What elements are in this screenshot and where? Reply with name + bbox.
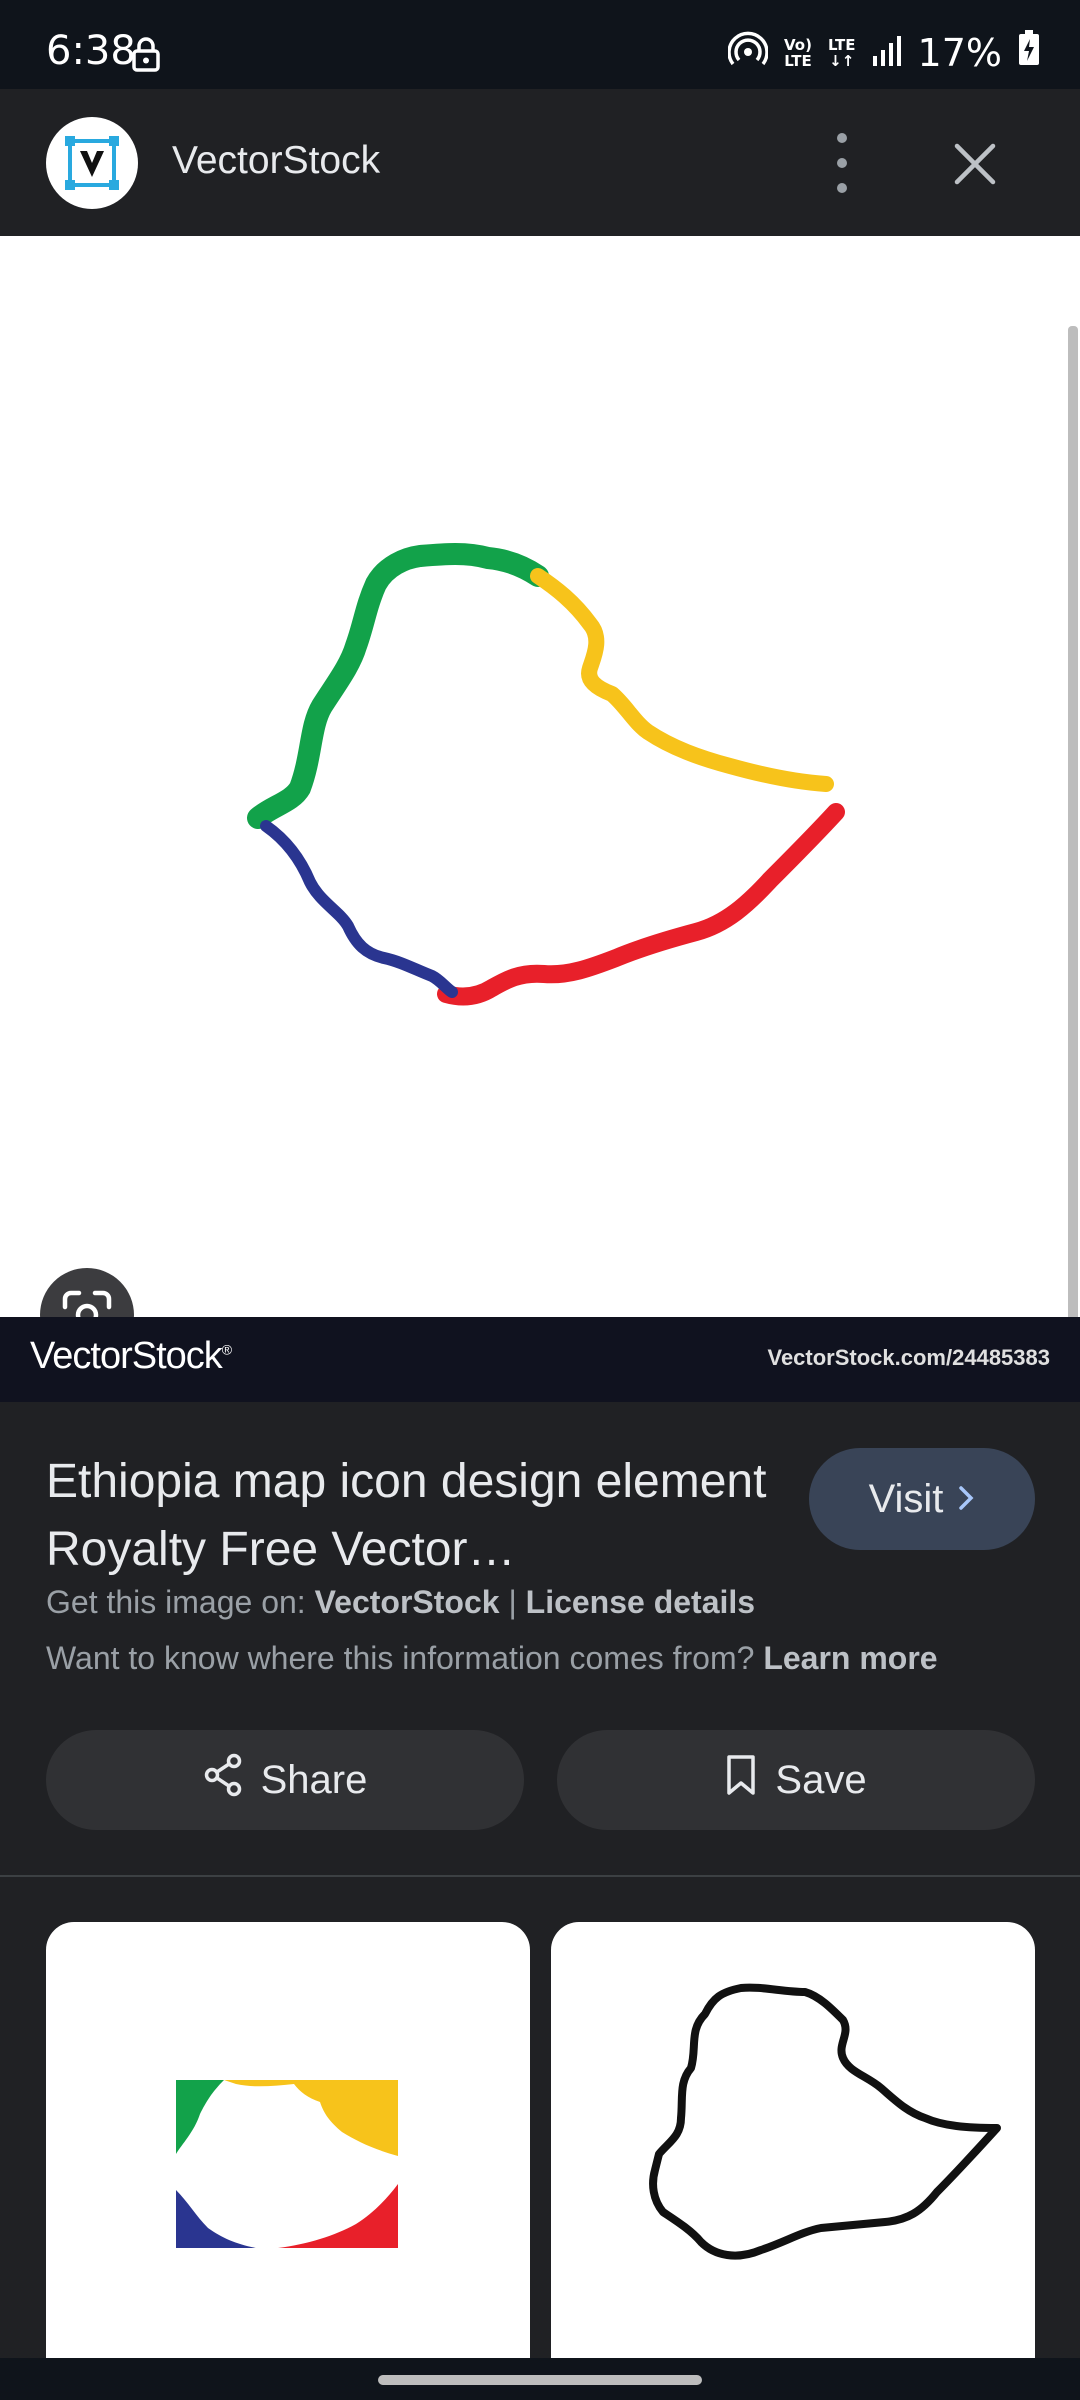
image-watermark: VectorStock® VectorStock.com/24485383 bbox=[0, 1317, 1080, 1402]
license-details-link[interactable]: License details bbox=[526, 1584, 755, 1620]
related-image-card[interactable] bbox=[551, 1922, 1035, 2362]
related-image-flag-map bbox=[176, 2080, 398, 2248]
viewer-header: VectorStock bbox=[0, 89, 1080, 236]
preview-image[interactable] bbox=[0, 236, 1080, 1346]
bookmark-icon bbox=[725, 1754, 757, 1806]
more-vert-icon[interactable] bbox=[822, 133, 862, 193]
source-separator: | bbox=[508, 1584, 517, 1620]
watermark-reg: ® bbox=[221, 1341, 232, 1358]
share-label: Share bbox=[260, 1757, 368, 1802]
system-nav-bar bbox=[0, 2358, 1080, 2400]
status-icons: Vo) LTE LTE ↓↑ 17% bbox=[727, 30, 1040, 75]
signal-icon bbox=[872, 31, 902, 75]
image-source-line: Get this image on: VectorStock | License… bbox=[46, 1584, 755, 1621]
image-title[interactable]: Ethiopia map icon design element Royalty… bbox=[46, 1448, 786, 1584]
home-gesture-handle[interactable] bbox=[378, 2375, 702, 2385]
section-divider bbox=[0, 1875, 1080, 1877]
visit-label: Visit bbox=[868, 1476, 944, 1521]
hotspot-icon bbox=[727, 30, 769, 75]
status-bar: 6:38 Vo) LTE LTE ↓↑ 17% bbox=[0, 0, 1080, 89]
share-icon bbox=[203, 1753, 243, 1807]
chevron-right-icon bbox=[957, 1477, 975, 1522]
lock-icon bbox=[132, 36, 160, 77]
scrollbar[interactable] bbox=[1068, 326, 1078, 1346]
battery-icon bbox=[1018, 30, 1040, 75]
related-image-card[interactable] bbox=[46, 1922, 530, 2362]
ethiopia-map-image bbox=[247, 543, 845, 1006]
site-logo-icon[interactable] bbox=[46, 117, 138, 209]
volte-bottom: LTE bbox=[784, 51, 812, 70]
source-prefix: Get this image on: bbox=[46, 1584, 306, 1620]
info-origin-line: Want to know where this information come… bbox=[46, 1640, 938, 1677]
battery-percent: 17% bbox=[917, 30, 1002, 75]
save-button[interactable]: Save bbox=[557, 1730, 1035, 1830]
close-icon[interactable] bbox=[950, 139, 1000, 189]
lte-indicator: LTE ↓↑ bbox=[828, 37, 856, 69]
lte-top: LTE bbox=[827, 35, 856, 54]
visit-button[interactable]: Visit bbox=[809, 1448, 1035, 1550]
watermark-logo-text: VectorStock bbox=[30, 1335, 223, 1377]
lte-bottom: ↓↑ bbox=[829, 51, 855, 70]
share-button[interactable]: Share bbox=[46, 1730, 524, 1830]
source-link[interactable]: VectorStock bbox=[315, 1584, 500, 1620]
watermark-logo: VectorStock® bbox=[30, 1335, 232, 1378]
save-label: Save bbox=[775, 1757, 867, 1802]
image-info-panel: Ethiopia map icon design element Royalty… bbox=[0, 1402, 1080, 1872]
watermark-id: VectorStock.com/24485383 bbox=[767, 1345, 1050, 1370]
site-name[interactable]: VectorStock bbox=[172, 139, 380, 183]
learn-more-link[interactable]: Learn more bbox=[763, 1640, 937, 1676]
volte-top: Vo) bbox=[784, 35, 812, 54]
volte-indicator: Vo) LTE bbox=[784, 37, 812, 69]
status-time: 6:38 bbox=[46, 28, 136, 74]
related-image-outline-map bbox=[649, 1983, 1001, 2260]
learn-prefix: Want to know where this information come… bbox=[46, 1640, 755, 1676]
